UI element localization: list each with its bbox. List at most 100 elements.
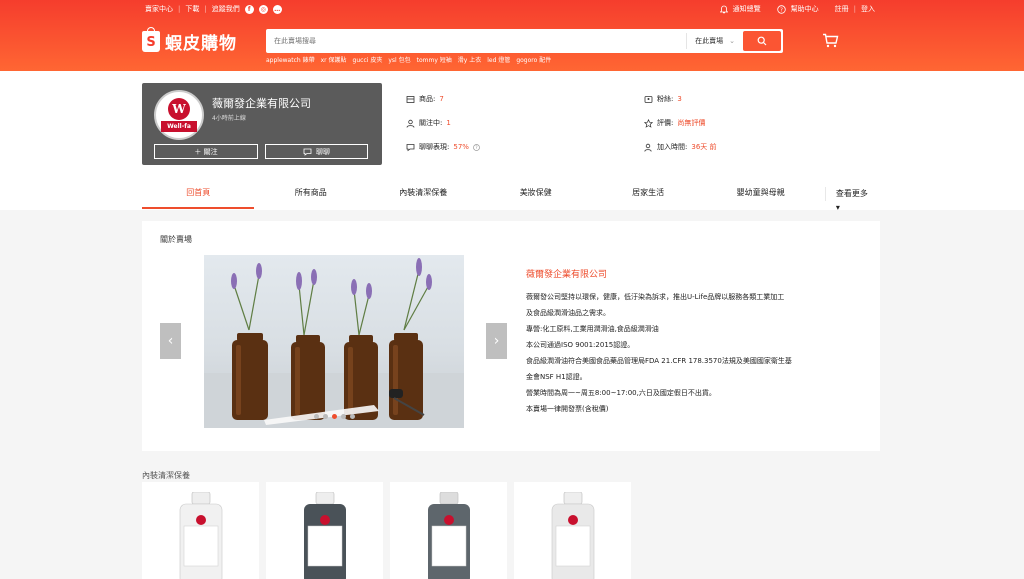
followers-icon bbox=[644, 95, 653, 103]
tab-baby-mother[interactable]: 嬰幼童與母親 bbox=[704, 179, 816, 209]
stat-following: 關注中: 1 bbox=[406, 117, 480, 129]
download-link[interactable]: 下載 bbox=[185, 4, 199, 14]
hot-keyword[interactable]: led 燈管 bbox=[487, 55, 510, 64]
tab-interior-care[interactable]: 內裝清潔保養 bbox=[367, 179, 479, 209]
line-icon[interactable]: … bbox=[272, 4, 282, 14]
about-company-name: 薇爾發企業有限公司 bbox=[526, 270, 608, 280]
svg-text:?: ? bbox=[780, 7, 783, 13]
tab-beauty[interactable]: 美妝保健 bbox=[479, 179, 591, 209]
carousel-dots bbox=[314, 414, 355, 419]
tab-all-products[interactable]: 所有商品 bbox=[254, 179, 366, 209]
shop-logo-badge: Well-fa bbox=[161, 121, 197, 132]
hot-keyword[interactable]: applewatch 錶帶 bbox=[266, 55, 315, 64]
product-bottle-image bbox=[428, 492, 470, 579]
search-scope-label: 在此賣場 bbox=[695, 37, 724, 45]
logo-text: 蝦皮購物 bbox=[165, 34, 237, 54]
chat-icon bbox=[303, 148, 312, 156]
site-header: 賣家中心 | 下載 | 追蹤我們 f ◎ … 通知總覽 ? 幫助中心 註冊 | … bbox=[0, 0, 1024, 71]
follow-button[interactable]: ＋ 關注 bbox=[154, 144, 258, 159]
product-bottle-image bbox=[551, 492, 595, 579]
star-icon bbox=[644, 118, 653, 128]
tab-more[interactable]: 查看更多 ▾ bbox=[824, 187, 874, 212]
seller-center-link[interactable]: 賣家中心 bbox=[145, 4, 173, 14]
follow-label: ＋ 關注 bbox=[194, 147, 218, 156]
about-line: 本賣場一律開發票(含稅價) bbox=[526, 405, 609, 413]
stat-joined: 加入時間: 36天 前 bbox=[644, 141, 717, 153]
stat-chat-performance: 聊聊表現: 57% ? bbox=[406, 141, 480, 153]
tab-home[interactable]: 回首頁 bbox=[142, 179, 255, 209]
caret-down-icon: ▾ bbox=[835, 203, 840, 212]
hot-keyword[interactable]: gucci 皮夾 bbox=[353, 55, 383, 64]
user-add-icon bbox=[644, 143, 652, 152]
help-center-link[interactable]: 幫助中心 bbox=[791, 4, 819, 14]
search-icon bbox=[757, 36, 767, 46]
shopee-logo[interactable]: S 蝦皮購物 bbox=[142, 27, 237, 54]
about-line: 金會NSF H1認證。 bbox=[526, 373, 587, 381]
follow-us-label: 追蹤我們 bbox=[211, 5, 240, 13]
register-link[interactable]: 註冊 bbox=[835, 4, 849, 14]
carousel-dot-active[interactable] bbox=[332, 414, 337, 419]
search-input[interactable] bbox=[266, 29, 687, 53]
carousel-dot[interactable] bbox=[323, 414, 328, 419]
stat-rating: 評價: 尚無評價 bbox=[644, 117, 717, 129]
search-scope-select[interactable]: 在此賣場 ⌄ bbox=[686, 33, 743, 49]
hot-keyword[interactable]: tommy 短袖 bbox=[417, 55, 452, 64]
shop-logo-letter: W bbox=[168, 98, 190, 120]
about-title: 關於賣場 bbox=[160, 235, 192, 244]
bell-icon bbox=[719, 5, 728, 13]
hot-keyword[interactable]: ysl 包包 bbox=[388, 55, 410, 64]
cart-icon bbox=[823, 33, 839, 48]
shop-name: 薇爾發企業有限公司 bbox=[212, 97, 311, 110]
shop-avatar[interactable]: W Well-fa bbox=[154, 90, 204, 140]
about-line: 薇爾發公司堅持以環保，健康，低汙染為訴求，推出U-Life品牌以服務各類工業加工 bbox=[526, 293, 785, 301]
chat-button[interactable]: 聊聊 bbox=[265, 144, 368, 159]
notifications-link[interactable]: 通知總覽 bbox=[733, 4, 761, 14]
instagram-icon[interactable]: ◎ bbox=[258, 4, 268, 14]
login-link[interactable]: 登入 bbox=[861, 4, 875, 14]
shop-card: W Well-fa 薇爾發企業有限公司 4小時前上線 ＋ 關注 聊聊 bbox=[142, 83, 382, 165]
product-card[interactable] bbox=[390, 482, 507, 579]
chat-bubble-icon bbox=[406, 143, 415, 151]
chat-label: 聊聊 bbox=[316, 147, 330, 156]
product-bottle-image bbox=[179, 492, 223, 579]
carousel-next-button[interactable]: › bbox=[486, 323, 507, 359]
tab-home-living[interactable]: 居家生活 bbox=[592, 179, 704, 209]
carousel-prev-button[interactable]: ‹ bbox=[160, 323, 181, 359]
about-line: 專營:化工原料,工業用潤滑油,食品級潤滑油 bbox=[526, 325, 659, 333]
about-line: 食品級潤滑油符合美國食品藥品管理局FDA 21.CFR 178.3570法規及美… bbox=[526, 357, 792, 365]
hot-keyword[interactable]: 滑y 上衣 bbox=[458, 55, 481, 64]
carousel-dot[interactable] bbox=[314, 414, 319, 419]
facebook-icon[interactable]: f bbox=[244, 4, 254, 14]
about-section: 關於賣場 ‹ › 薇爾發企業有限公司 薇爾發公司堅持以環保，健康，低汙染為訴求，… bbox=[142, 221, 880, 451]
more-label: 查看更多 bbox=[835, 189, 868, 198]
user-icon bbox=[406, 119, 415, 128]
carousel-dot[interactable] bbox=[341, 414, 346, 419]
shop-stats-right: 粉絲: 3 評價: 尚無評價 加入時間: 36天 前 bbox=[644, 93, 717, 165]
top-bar: 賣家中心 | 下載 | 追蹤我們 f ◎ … 通知總覽 ? 幫助中心 註冊 | … bbox=[145, 4, 875, 14]
about-line: 本公司通過ISO 9001:2015認證。 bbox=[526, 341, 635, 349]
bottles-image bbox=[204, 258, 464, 428]
product-bottle-image bbox=[304, 492, 346, 579]
stat-followers: 粉絲: 3 bbox=[644, 93, 717, 105]
hot-keyword[interactable]: gogoro 配件 bbox=[516, 55, 551, 64]
shop-stats-left: 商品: 7 關注中: 1 聊聊表現: 57% ? bbox=[406, 93, 480, 165]
shop-nav: 回首頁 所有商品 內裝清潔保養 美妝保健 居家生活 嬰幼童與母親 查看更多 ▾ bbox=[142, 179, 874, 212]
shop-online-status: 4小時前上線 bbox=[212, 115, 246, 122]
cart-button[interactable] bbox=[822, 33, 839, 50]
section-title: 內裝清潔保養 bbox=[142, 471, 190, 480]
hot-keyword[interactable]: xr 保護貼 bbox=[321, 55, 347, 64]
about-carousel-image bbox=[204, 255, 464, 428]
about-line: 及食品級潤滑油品之需求。 bbox=[526, 309, 610, 317]
product-card[interactable] bbox=[266, 482, 383, 579]
info-icon[interactable]: ? bbox=[473, 143, 480, 151]
hot-keywords: applewatch 錶帶 xr 保護貼 gucci 皮夾 ysl 包包 tom… bbox=[266, 55, 551, 64]
product-card[interactable] bbox=[142, 482, 259, 579]
carousel-dot[interactable] bbox=[350, 414, 355, 419]
shopee-bag-icon: S bbox=[142, 27, 160, 52]
search-button[interactable] bbox=[743, 31, 781, 51]
help-icon: ? bbox=[776, 4, 786, 14]
product-card[interactable] bbox=[514, 482, 631, 579]
shop-header: W Well-fa 薇爾發企業有限公司 4小時前上線 ＋ 關注 聊聊 商品: 7… bbox=[0, 71, 1024, 212]
search-bar: 在此賣場 ⌄ bbox=[266, 29, 783, 53]
about-description: 薇爾發企業有限公司 薇爾發公司堅持以環保，健康，低汙染為訴求，推出U-Life品… bbox=[526, 267, 856, 417]
